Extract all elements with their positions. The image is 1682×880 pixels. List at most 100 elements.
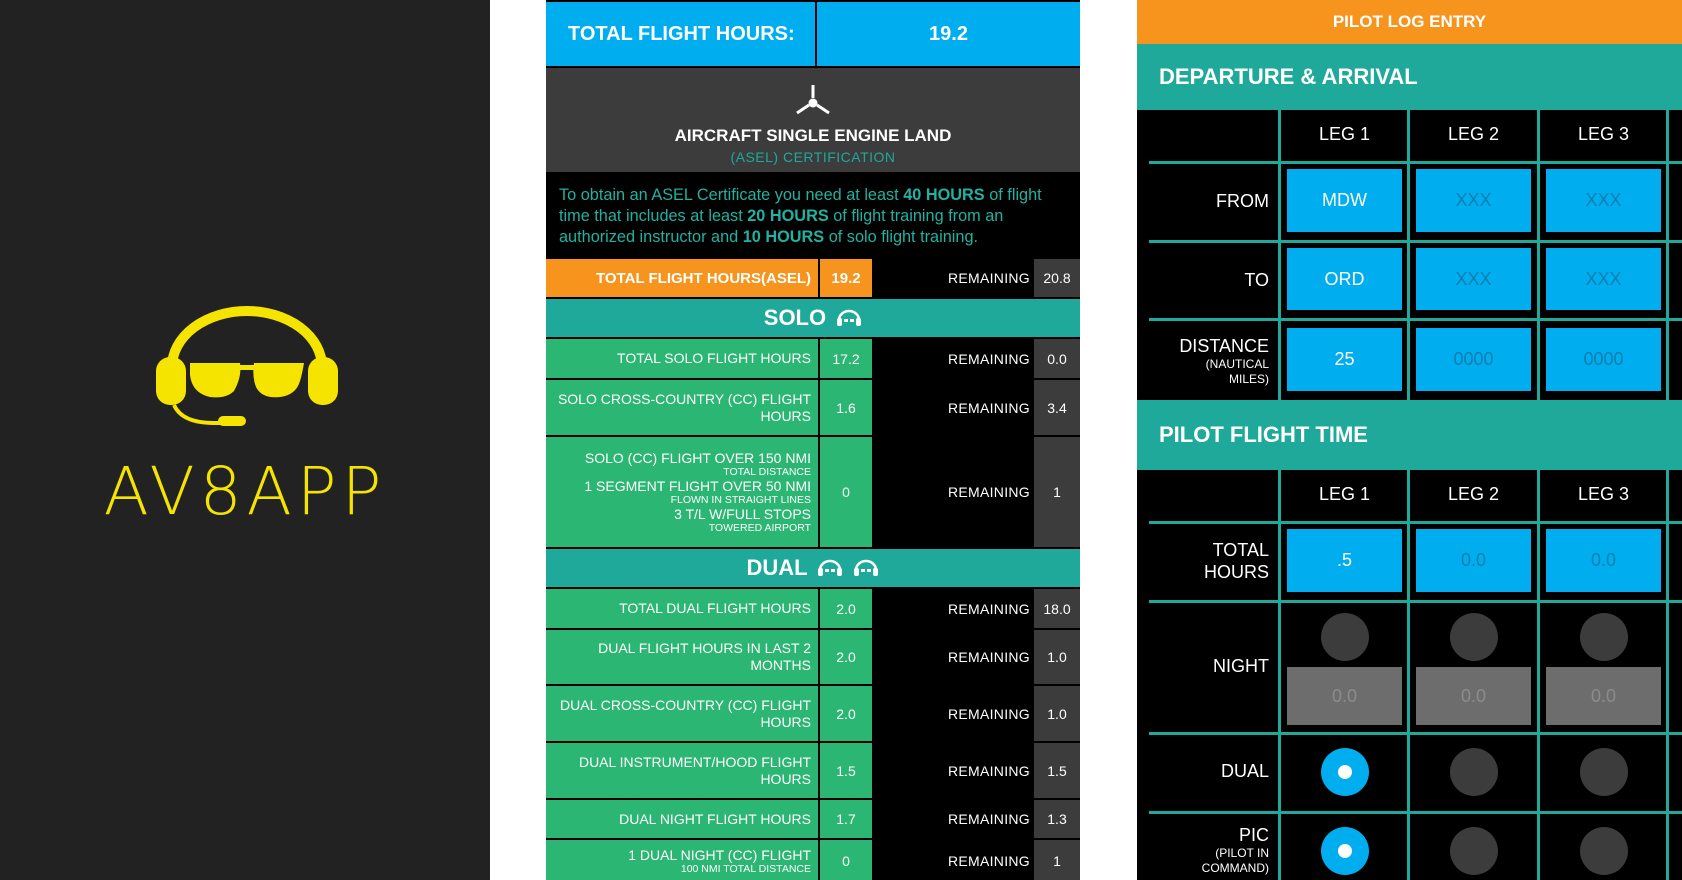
total-flight-hours-label: TOTAL FLIGHT HOURS:: [546, 2, 815, 66]
solo-row: SOLO (CC) FLIGHT OVER 150 NMI TOTAL DISTA…: [546, 437, 1080, 547]
distance-label: DISTANCE (NAUTICAL MILES): [1179, 336, 1269, 386]
from-label: FROM: [1216, 191, 1269, 211]
remaining-value: 1.0: [1034, 686, 1080, 741]
remaining-label: REMAINING: [947, 811, 1030, 827]
app-name: AV8APP: [103, 453, 387, 530]
dual-row: TOTAL DUAL FLIGHT HOURS 2.0 REMAINING 18.…: [546, 589, 1080, 628]
to-leg-2-field[interactable]: XXX: [1416, 248, 1531, 310]
remaining-value: 1: [1034, 840, 1080, 880]
dual-leg-3-toggle[interactable]: [1580, 748, 1628, 796]
total-hours-leg-2-field[interactable]: 0.0: [1416, 529, 1531, 592]
leg-3-header: LEG 3: [1577, 484, 1630, 504]
row-value: 2.0: [820, 630, 872, 684]
asel-progress-screen: TOTAL FLIGHT HOURS: 19.2 AIRCRAFT SINGLE…: [546, 0, 1080, 880]
dual-section-header: DUAL: [546, 549, 1080, 587]
total-flight-hours-header: TOTAL FLIGHT HOURS: 19.2: [546, 0, 1080, 68]
remaining-label: REMAINING: [947, 484, 1030, 500]
pic-leg-1-toggle[interactable]: [1321, 827, 1369, 875]
solo-row: SOLO CROSS-COUNTRY (CC) FLIGHT HOURS 1.6…: [546, 380, 1080, 435]
remaining-label: REMAINING: [947, 649, 1030, 665]
row-value: 1.5: [820, 743, 872, 798]
dual-row: 1 DUAL NIGHT (CC) FLIGHT 100 NMI TOTAL DI…: [546, 840, 1080, 880]
row-value: 19.2: [820, 259, 872, 297]
dual-row: DUAL NIGHT FLIGHT HOURS 1.7 REMAINING 1.3: [546, 800, 1080, 838]
to-leg-3-field[interactable]: XXX: [1546, 248, 1661, 310]
remaining-label: REMAINING: [947, 853, 1030, 869]
departure-arrival-grid: LEG 1 LEG 2 LEG 3 FROM MDW XXX XXX TO OR…: [1137, 110, 1682, 400]
night-label: NIGHT: [1213, 656, 1269, 676]
remaining-value: 1.0: [1034, 630, 1080, 684]
night-hours-leg-2-field[interactable]: 0.0: [1416, 667, 1531, 725]
solo-section-header: SOLO: [546, 299, 1080, 337]
remaining-value: 1: [1034, 437, 1080, 547]
certification-title: AIRCRAFT SINGLE ENGINE LAND: [674, 126, 952, 145]
distance-leg-3-field[interactable]: 0000: [1546, 328, 1661, 391]
dual-label: DUAL: [1220, 761, 1269, 781]
night-hours-leg-3-field[interactable]: 0.0: [1546, 667, 1661, 725]
row-value: 17.2: [820, 339, 872, 378]
distance-leg-1-field[interactable]: 25: [1287, 328, 1402, 391]
leg-3-header: LEG 3: [1577, 124, 1630, 144]
leg-2-header: LEG 2: [1447, 124, 1500, 144]
total-flight-hours-value: 19.2: [817, 2, 1080, 66]
remaining-value: 1.3: [1034, 800, 1080, 838]
row-label: DUAL CROSS-COUNTRY (CC) FLIGHT HOURS: [546, 686, 818, 741]
to-label: TO: [1244, 270, 1269, 290]
pilot-flight-time-grid: LEG 1 LEG 2 LEG 3 TOTAL HOURS .5 0.0 0.0…: [1137, 470, 1682, 880]
pilot-flight-time-header: PILOT FLIGHT TIME: [1137, 400, 1682, 470]
night-leg-2-toggle[interactable]: [1450, 613, 1498, 661]
headset-icon: [837, 309, 862, 327]
pilot-log-entry-screen: PILOT LOG ENTRY DEPARTURE & ARRIVAL LEG …: [1137, 0, 1682, 880]
leg-2-header: LEG 2: [1447, 484, 1500, 504]
night-leg-1-toggle[interactable]: [1321, 613, 1369, 661]
splash-screen: AV8APP: [0, 0, 490, 880]
leg-1-header: LEG 1: [1318, 484, 1371, 504]
dual-row: DUAL CROSS-COUNTRY (CC) FLIGHT HOURS 2.0…: [546, 686, 1080, 741]
headset-icon: [818, 559, 843, 577]
certification-banner: AIRCRAFT SINGLE ENGINE LAND (ASEL) CERTI…: [546, 68, 1080, 172]
row-label: DUAL FLIGHT HOURS IN LAST 2 MONTHS: [546, 630, 818, 684]
from-leg-3-field[interactable]: XXX: [1546, 169, 1661, 232]
dual-leg-2-toggle[interactable]: [1450, 748, 1498, 796]
row-label: SOLO (CC) FLIGHT OVER 150 NMI TOTAL DISTA…: [546, 437, 818, 547]
row-label: DUAL NIGHT FLIGHT HOURS: [546, 800, 818, 838]
leg-1-header: LEG 1: [1318, 124, 1371, 144]
propeller-icon: [796, 85, 830, 115]
row-value: 0: [820, 437, 872, 547]
from-leg-1-field[interactable]: MDW: [1287, 169, 1402, 232]
night-hours-leg-1-field[interactable]: 0.0: [1287, 667, 1402, 725]
pic-leg-2-toggle[interactable]: [1450, 827, 1498, 875]
remaining-label: REMAINING: [947, 270, 1030, 286]
to-leg-1-field[interactable]: ORD: [1287, 248, 1402, 310]
row-label: TOTAL FLIGHT HOURS(ASEL): [546, 259, 818, 297]
distance-leg-2-field[interactable]: 0000: [1416, 328, 1531, 391]
solo-title: SOLO: [763, 305, 827, 330]
total-asel-row: TOTAL FLIGHT HOURS(ASEL) 19.2 REMAINING 2…: [546, 259, 1080, 297]
from-leg-2-field[interactable]: XXX: [1416, 169, 1531, 232]
dual-row: DUAL FLIGHT HOURS IN LAST 2 MONTHS 2.0 R…: [546, 630, 1080, 684]
dual-leg-1-toggle[interactable]: [1321, 748, 1369, 796]
remaining-value: 3.4: [1034, 380, 1080, 435]
remaining-label: REMAINING: [947, 705, 1030, 722]
pic-label: PIC (PILOT IN COMMAND): [1201, 825, 1269, 875]
row-value: 1.6: [820, 380, 872, 435]
remaining-label: REMAINING: [947, 350, 1030, 367]
total-hours-leg-1-field[interactable]: .5: [1287, 529, 1402, 592]
remaining-label: REMAINING: [947, 762, 1030, 779]
row-value: 0: [820, 840, 872, 880]
row-value: 2.0: [820, 686, 872, 741]
night-leg-3-toggle[interactable]: [1580, 613, 1628, 661]
pilot-headset-aviator-icon: [156, 306, 338, 426]
remaining-label: REMAINING: [947, 600, 1030, 617]
row-label: 1 DUAL NIGHT (CC) FLIGHT 100 NMI TOTAL DI…: [546, 840, 818, 880]
row-label: TOTAL SOLO FLIGHT HOURS: [546, 339, 818, 378]
total-hours-leg-3-field[interactable]: 0.0: [1546, 529, 1661, 592]
pic-leg-3-toggle[interactable]: [1580, 827, 1628, 875]
remaining-value: 1.5: [1034, 743, 1080, 798]
dual-title: DUAL: [746, 555, 808, 580]
screen-title: PILOT LOG ENTRY: [1137, 0, 1682, 44]
remaining-value: 0.0: [1034, 339, 1080, 378]
row-label: DUAL INSTRUMENT/HOOD FLIGHT HOURS: [546, 743, 818, 798]
remaining-value: 18.0: [1034, 589, 1080, 628]
certification-subtitle: (ASEL) CERTIFICATION: [730, 149, 896, 165]
